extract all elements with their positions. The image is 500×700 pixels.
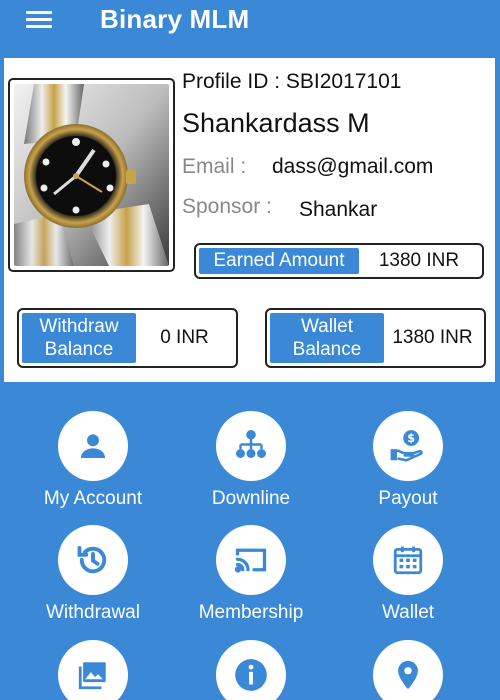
wallet-balance-value: 1380 INR xyxy=(392,327,473,348)
menu-label: My Account xyxy=(43,488,143,509)
app-bar: Binary MLM xyxy=(0,0,500,45)
menu-label: Downline xyxy=(211,488,291,509)
menu-label: Wallet xyxy=(381,602,435,623)
earned-amount-label: Earned Amount xyxy=(199,248,359,274)
menu-downline[interactable]: Downline xyxy=(171,411,331,510)
hierarchy-icon xyxy=(216,411,286,481)
profile-card: Profile ID : SBI2017101 Shankardass M Em… xyxy=(4,58,495,382)
history-icon xyxy=(58,525,128,595)
money-hand-icon: $ xyxy=(373,411,443,481)
profile-id: Profile ID : SBI2017101 xyxy=(182,70,402,93)
info-icon xyxy=(216,640,286,700)
menu-info[interactable] xyxy=(171,640,331,700)
menu-label: Withdrawal xyxy=(46,602,140,623)
profile-name: Shankardass M xyxy=(182,108,370,138)
email-value: dass@gmail.com xyxy=(272,155,434,178)
menu-icon[interactable] xyxy=(26,9,52,31)
app-title: Binary MLM xyxy=(100,4,250,34)
location-pin-icon xyxy=(373,640,443,700)
earned-amount-box: Earned Amount 1380 INR xyxy=(194,243,484,279)
wallet-balance-box: Wallet Balance 1380 INR xyxy=(265,308,486,368)
menu-wallet[interactable]: Wallet xyxy=(328,525,488,624)
sponsor-value: Shankar xyxy=(299,198,378,221)
svg-text:$: $ xyxy=(407,432,415,445)
watch-image xyxy=(14,84,169,266)
image-icon xyxy=(58,640,128,700)
menu-payout[interactable]: $ Payout xyxy=(328,411,488,510)
sponsor-label: Sponsor : xyxy=(182,195,272,218)
menu-label: Payout xyxy=(378,488,438,509)
menu-withdrawal[interactable]: Withdrawal xyxy=(13,525,173,624)
person-icon xyxy=(58,411,128,481)
wallet-balance-label: Wallet Balance xyxy=(270,313,384,363)
cast-icon xyxy=(216,525,286,595)
withdraw-balance-label: Withdraw Balance xyxy=(22,313,136,363)
earned-amount-value: 1380 INR xyxy=(378,250,460,271)
withdraw-balance-box: Withdraw Balance 0 INR xyxy=(17,308,238,368)
withdraw-balance-value: 0 INR xyxy=(160,327,209,348)
menu-gallery[interactable] xyxy=(13,640,173,700)
menu-membership[interactable]: Membership xyxy=(171,525,331,624)
menu-my-account[interactable]: My Account xyxy=(13,411,173,510)
calendar-icon xyxy=(373,525,443,595)
profile-photo[interactable] xyxy=(8,78,175,272)
menu-label: Membership xyxy=(198,602,304,623)
menu-location[interactable] xyxy=(328,640,488,700)
email-label: Email : xyxy=(182,155,247,178)
